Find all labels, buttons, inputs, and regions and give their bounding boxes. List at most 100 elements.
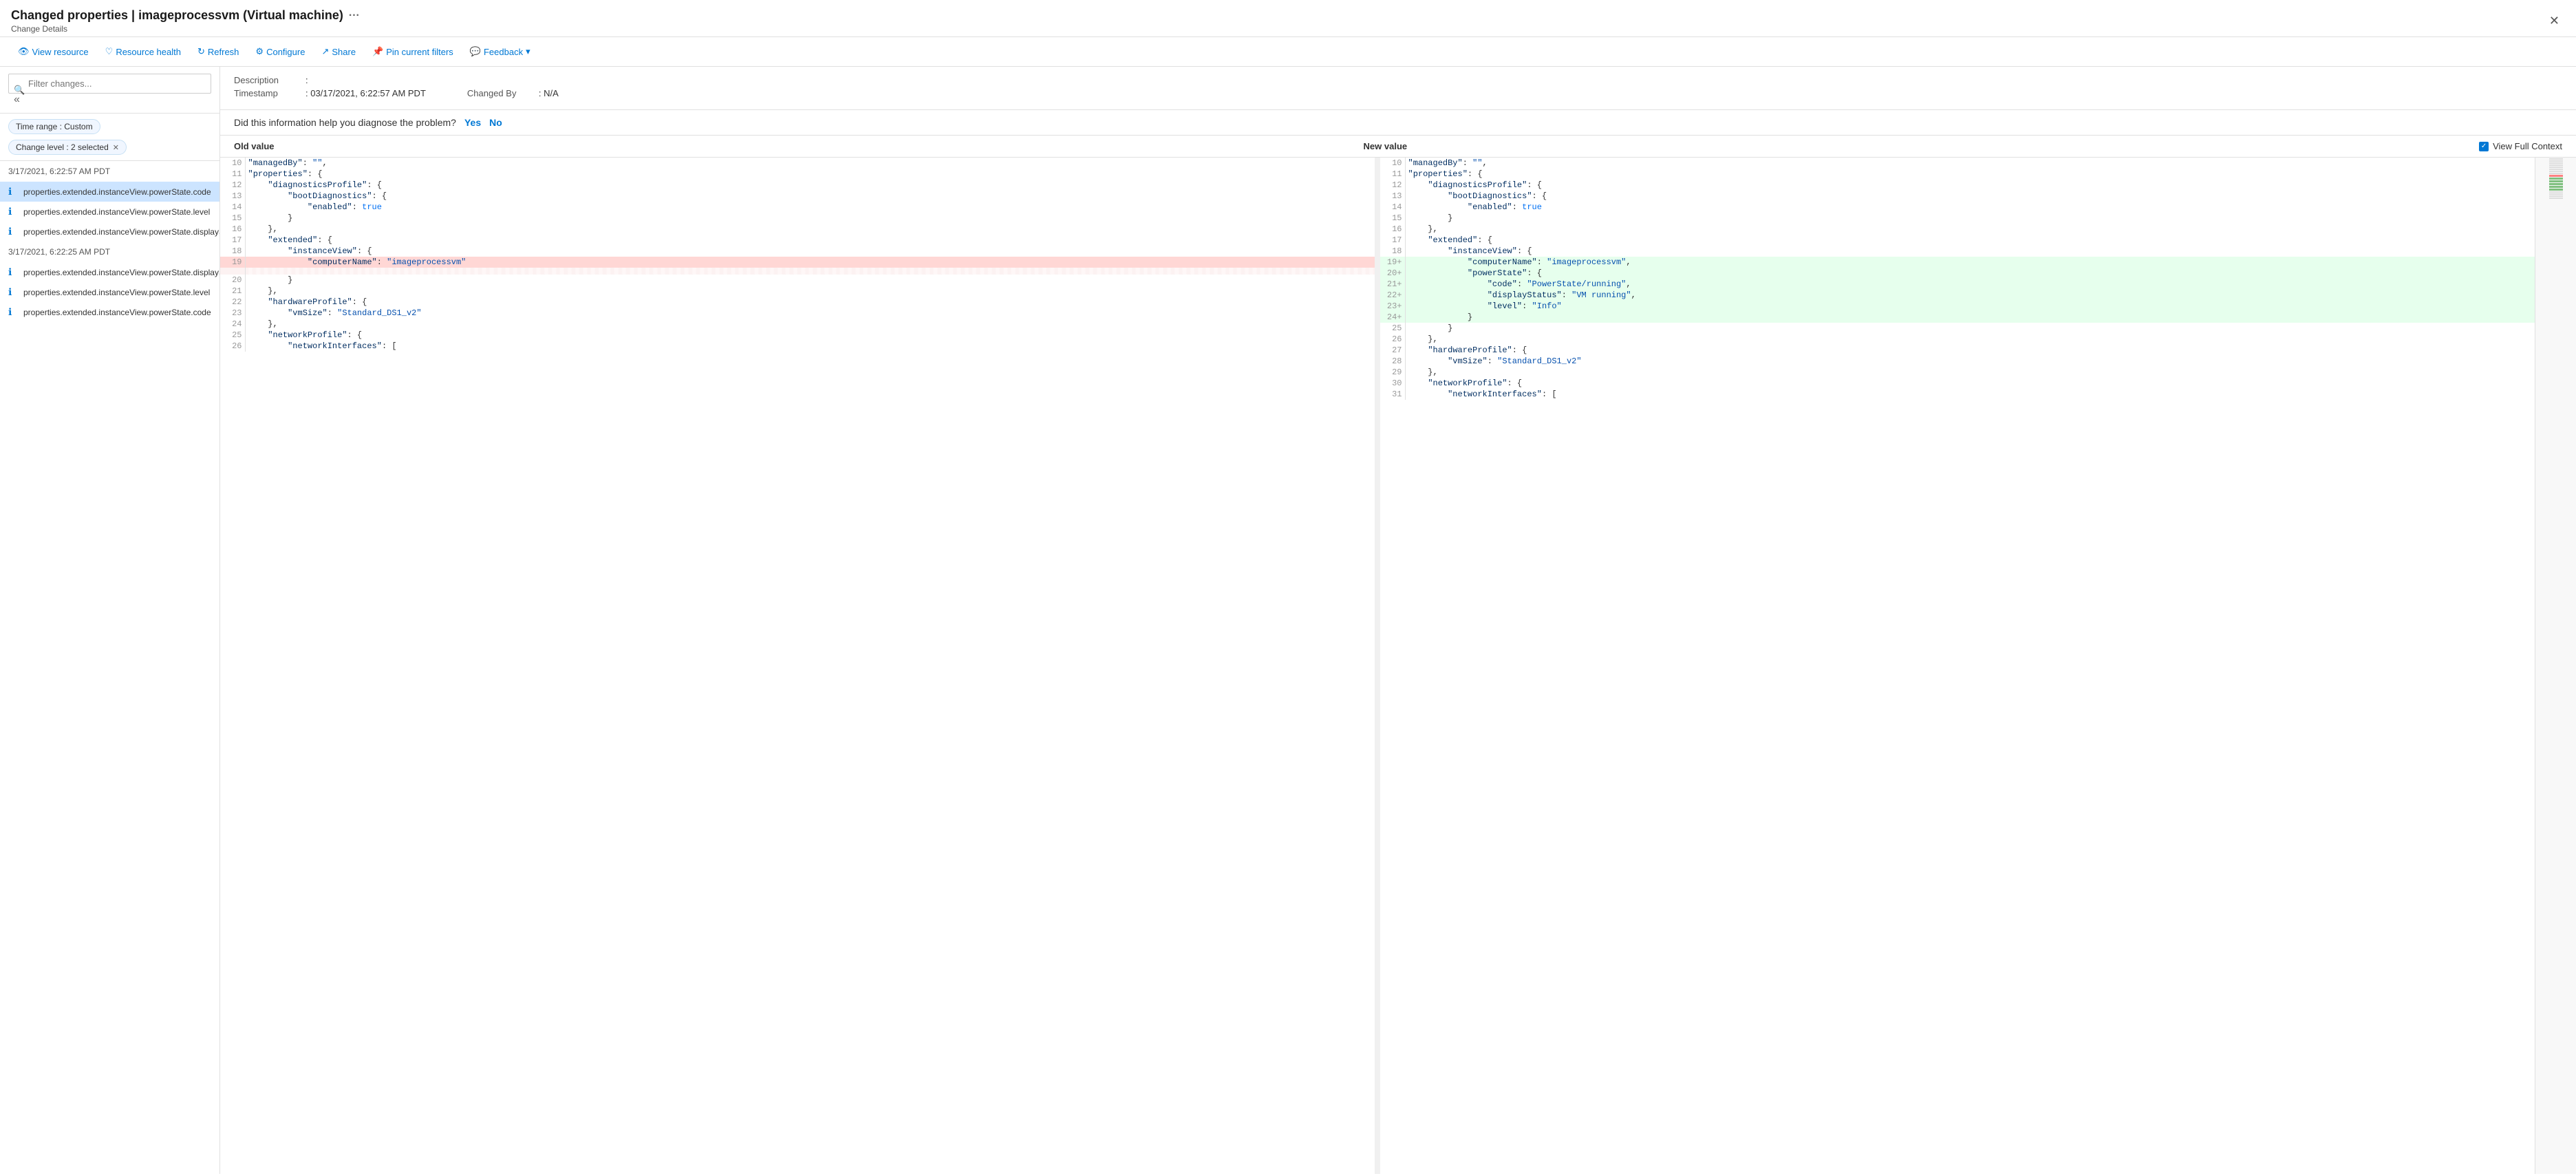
diff-line: 16 },	[1380, 224, 2535, 235]
description-row: Description :	[234, 75, 2562, 85]
view-full-context-checkbox[interactable]	[2479, 142, 2489, 151]
diff-line: 20 }	[220, 275, 1375, 286]
heart-icon: ♡	[105, 46, 114, 57]
new-value-header: New value	[1364, 141, 2480, 151]
view-resource-label: View resource	[32, 47, 89, 57]
configure-label: Configure	[266, 47, 305, 57]
feedback-yes-button[interactable]: Yes	[464, 117, 481, 128]
diff-line: 11"properties": {	[220, 169, 1375, 180]
minimap-line	[2549, 164, 2563, 166]
chevron-down-icon: ▾	[526, 46, 530, 57]
feedback-no-button[interactable]: No	[489, 117, 502, 128]
pin-icon: 📌	[372, 46, 383, 57]
diff-line: 23 "vmSize": "Standard_DS1_v2"	[220, 308, 1375, 319]
pin-filters-button[interactable]: 📌 Pin current filters	[365, 43, 460, 61]
diff-line-added: 20+ "powerState": {	[1380, 268, 2535, 279]
changed-by-label: Changed By	[467, 88, 536, 98]
filter-chips: Time range : Custom Change level : 2 sel…	[0, 114, 219, 161]
title-text: Changed properties | imageprocessvm (Vir…	[11, 8, 343, 23]
change-item[interactable]: ℹ properties.extended.instanceView.power…	[0, 282, 219, 302]
diff-line: 26 "networkInterfaces": [	[220, 341, 1375, 352]
old-value-header: Old value	[234, 141, 1350, 151]
time-range-chip[interactable]: Time range : Custom	[8, 119, 100, 134]
title-bar-left: Changed properties | imageprocessvm (Vir…	[11, 8, 360, 34]
diff-line: 25 "networkProfile": {	[220, 330, 1375, 341]
change-item-text: properties.extended.instanceView.powerSt…	[23, 207, 210, 217]
change-item[interactable]: ℹ properties.extended.instanceView.power…	[0, 262, 219, 282]
minimap-line	[2549, 167, 2563, 168]
minimap-line	[2549, 191, 2563, 193]
diff-line: 30 "networkProfile": {	[1380, 378, 2535, 389]
toolbar: 👁 View resource ♡ Resource health ↻ Refr…	[0, 37, 2576, 67]
feedback-icon: 💬	[470, 46, 481, 57]
collapse-panel-button[interactable]: «	[8, 94, 25, 106]
view-full-context[interactable]: View Full Context	[2479, 141, 2562, 151]
diff-line: 15 }	[220, 213, 1375, 224]
changes-list: 3/17/2021, 6:22:57 AM PDT ℹ properties.e…	[0, 161, 219, 1174]
diff-area: 10"managedBy": "", 11"properties": { 12 …	[220, 158, 2576, 1174]
search-input[interactable]	[8, 74, 211, 94]
changed-by-value: : N/A	[539, 88, 559, 98]
diff-line: 14 "enabled": true	[220, 202, 1375, 213]
date-header-1: 3/17/2021, 6:22:57 AM PDT	[0, 161, 219, 182]
change-item-text: properties.extended.instanceView.powerSt…	[23, 268, 219, 277]
diff-line: 10"managedBy": "",	[220, 158, 1375, 169]
description-value: :	[305, 75, 308, 85]
info-icon: ℹ	[8, 226, 19, 237]
pin-filters-label: Pin current filters	[386, 47, 453, 57]
diff-line-added: 19+ "computerName": "imageprocessvm",	[1380, 257, 2535, 268]
diff-separator	[1375, 158, 1380, 1174]
configure-icon: ⚙	[255, 46, 264, 57]
feedback-button[interactable]: 💬 Feedback ▾	[463, 43, 537, 61]
refresh-label: Refresh	[208, 47, 239, 57]
change-level-chip[interactable]: Change level : 2 selected ✕	[8, 140, 127, 155]
info-icon: ℹ	[8, 266, 19, 278]
diff-line-added: 24+ }	[1380, 312, 2535, 323]
configure-button[interactable]: ⚙ Configure	[248, 43, 312, 61]
diff-line: 14 "enabled": true	[1380, 202, 2535, 213]
change-item[interactable]: ℹ properties.extended.instanceView.power…	[0, 222, 219, 242]
change-item-text: properties.extended.instanceView.powerSt…	[23, 288, 210, 297]
refresh-icon: ↻	[197, 46, 205, 57]
share-button[interactable]: ↗ Share	[314, 43, 363, 61]
new-diff-table: 10"managedBy": "", 11"properties": { 12 …	[1380, 158, 2535, 400]
diff-line: 11"properties": {	[1380, 169, 2535, 180]
new-value-pane[interactable]: 10"managedBy": "", 11"properties": { 12 …	[1380, 158, 2535, 1174]
date-group-2: 3/17/2021, 6:22:25 AM PDT ℹ properties.e…	[0, 242, 219, 322]
title-subtitle: Change Details	[11, 24, 360, 34]
change-level-chip-close[interactable]: ✕	[113, 143, 119, 152]
page-title: Changed properties | imageprocessvm (Vir…	[11, 8, 360, 23]
minimap-line	[2549, 169, 2563, 170]
diff-line-added: 23+ "level": "Info"	[1380, 301, 2535, 312]
diff-line: 28 "vmSize": "Standard_DS1_v2"	[1380, 356, 2535, 367]
left-panel: 🔍 « Time range : Custom Change level : 2…	[0, 67, 220, 1174]
timestamp-value: : 03/17/2021, 6:22:57 AM PDT	[305, 88, 426, 98]
ellipsis-icon[interactable]: ···	[349, 10, 360, 22]
diff-line: 10"managedBy": "",	[1380, 158, 2535, 169]
change-item[interactable]: ℹ properties.extended.instanceView.power…	[0, 302, 219, 322]
view-resource-icon: 👁	[18, 46, 30, 57]
old-value-pane[interactable]: 10"managedBy": "", 11"properties": { 12 …	[220, 158, 1375, 1174]
info-icon: ℹ	[8, 206, 19, 217]
view-full-context-label: View Full Context	[2493, 141, 2562, 151]
close-button[interactable]: ✕	[2544, 11, 2565, 31]
minimap-line	[2549, 171, 2563, 172]
change-item[interactable]: ℹ properties.extended.instanceView.power…	[0, 182, 219, 202]
title-bar: Changed properties | imageprocessvm (Vir…	[0, 0, 2576, 37]
minimap-line	[2549, 158, 2563, 160]
timestamp-changed-by-row: Timestamp : 03/17/2021, 6:22:57 AM PDT C…	[234, 88, 2562, 101]
diff-line-added: 22+ "displayStatus": "VM running",	[1380, 290, 2535, 301]
change-level-label: Change level : 2 selected	[16, 142, 109, 152]
share-label: Share	[332, 47, 356, 57]
change-item[interactable]: ℹ properties.extended.instanceView.power…	[0, 202, 219, 222]
view-resource-button[interactable]: 👁 View resource	[11, 43, 96, 61]
resource-health-label: Resource health	[116, 47, 181, 57]
minimap-added-line	[2549, 189, 2563, 191]
refresh-button[interactable]: ↻ Refresh	[191, 43, 246, 61]
resource-health-button[interactable]: ♡ Resource health	[98, 43, 188, 61]
diff-line: 16 },	[220, 224, 1375, 235]
diff-line: 17 "extended": {	[220, 235, 1375, 246]
meta-section: Description : Timestamp : 03/17/2021, 6:…	[220, 67, 2576, 110]
diff-line: 21 },	[220, 286, 1375, 297]
info-icon: ℹ	[8, 186, 19, 197]
